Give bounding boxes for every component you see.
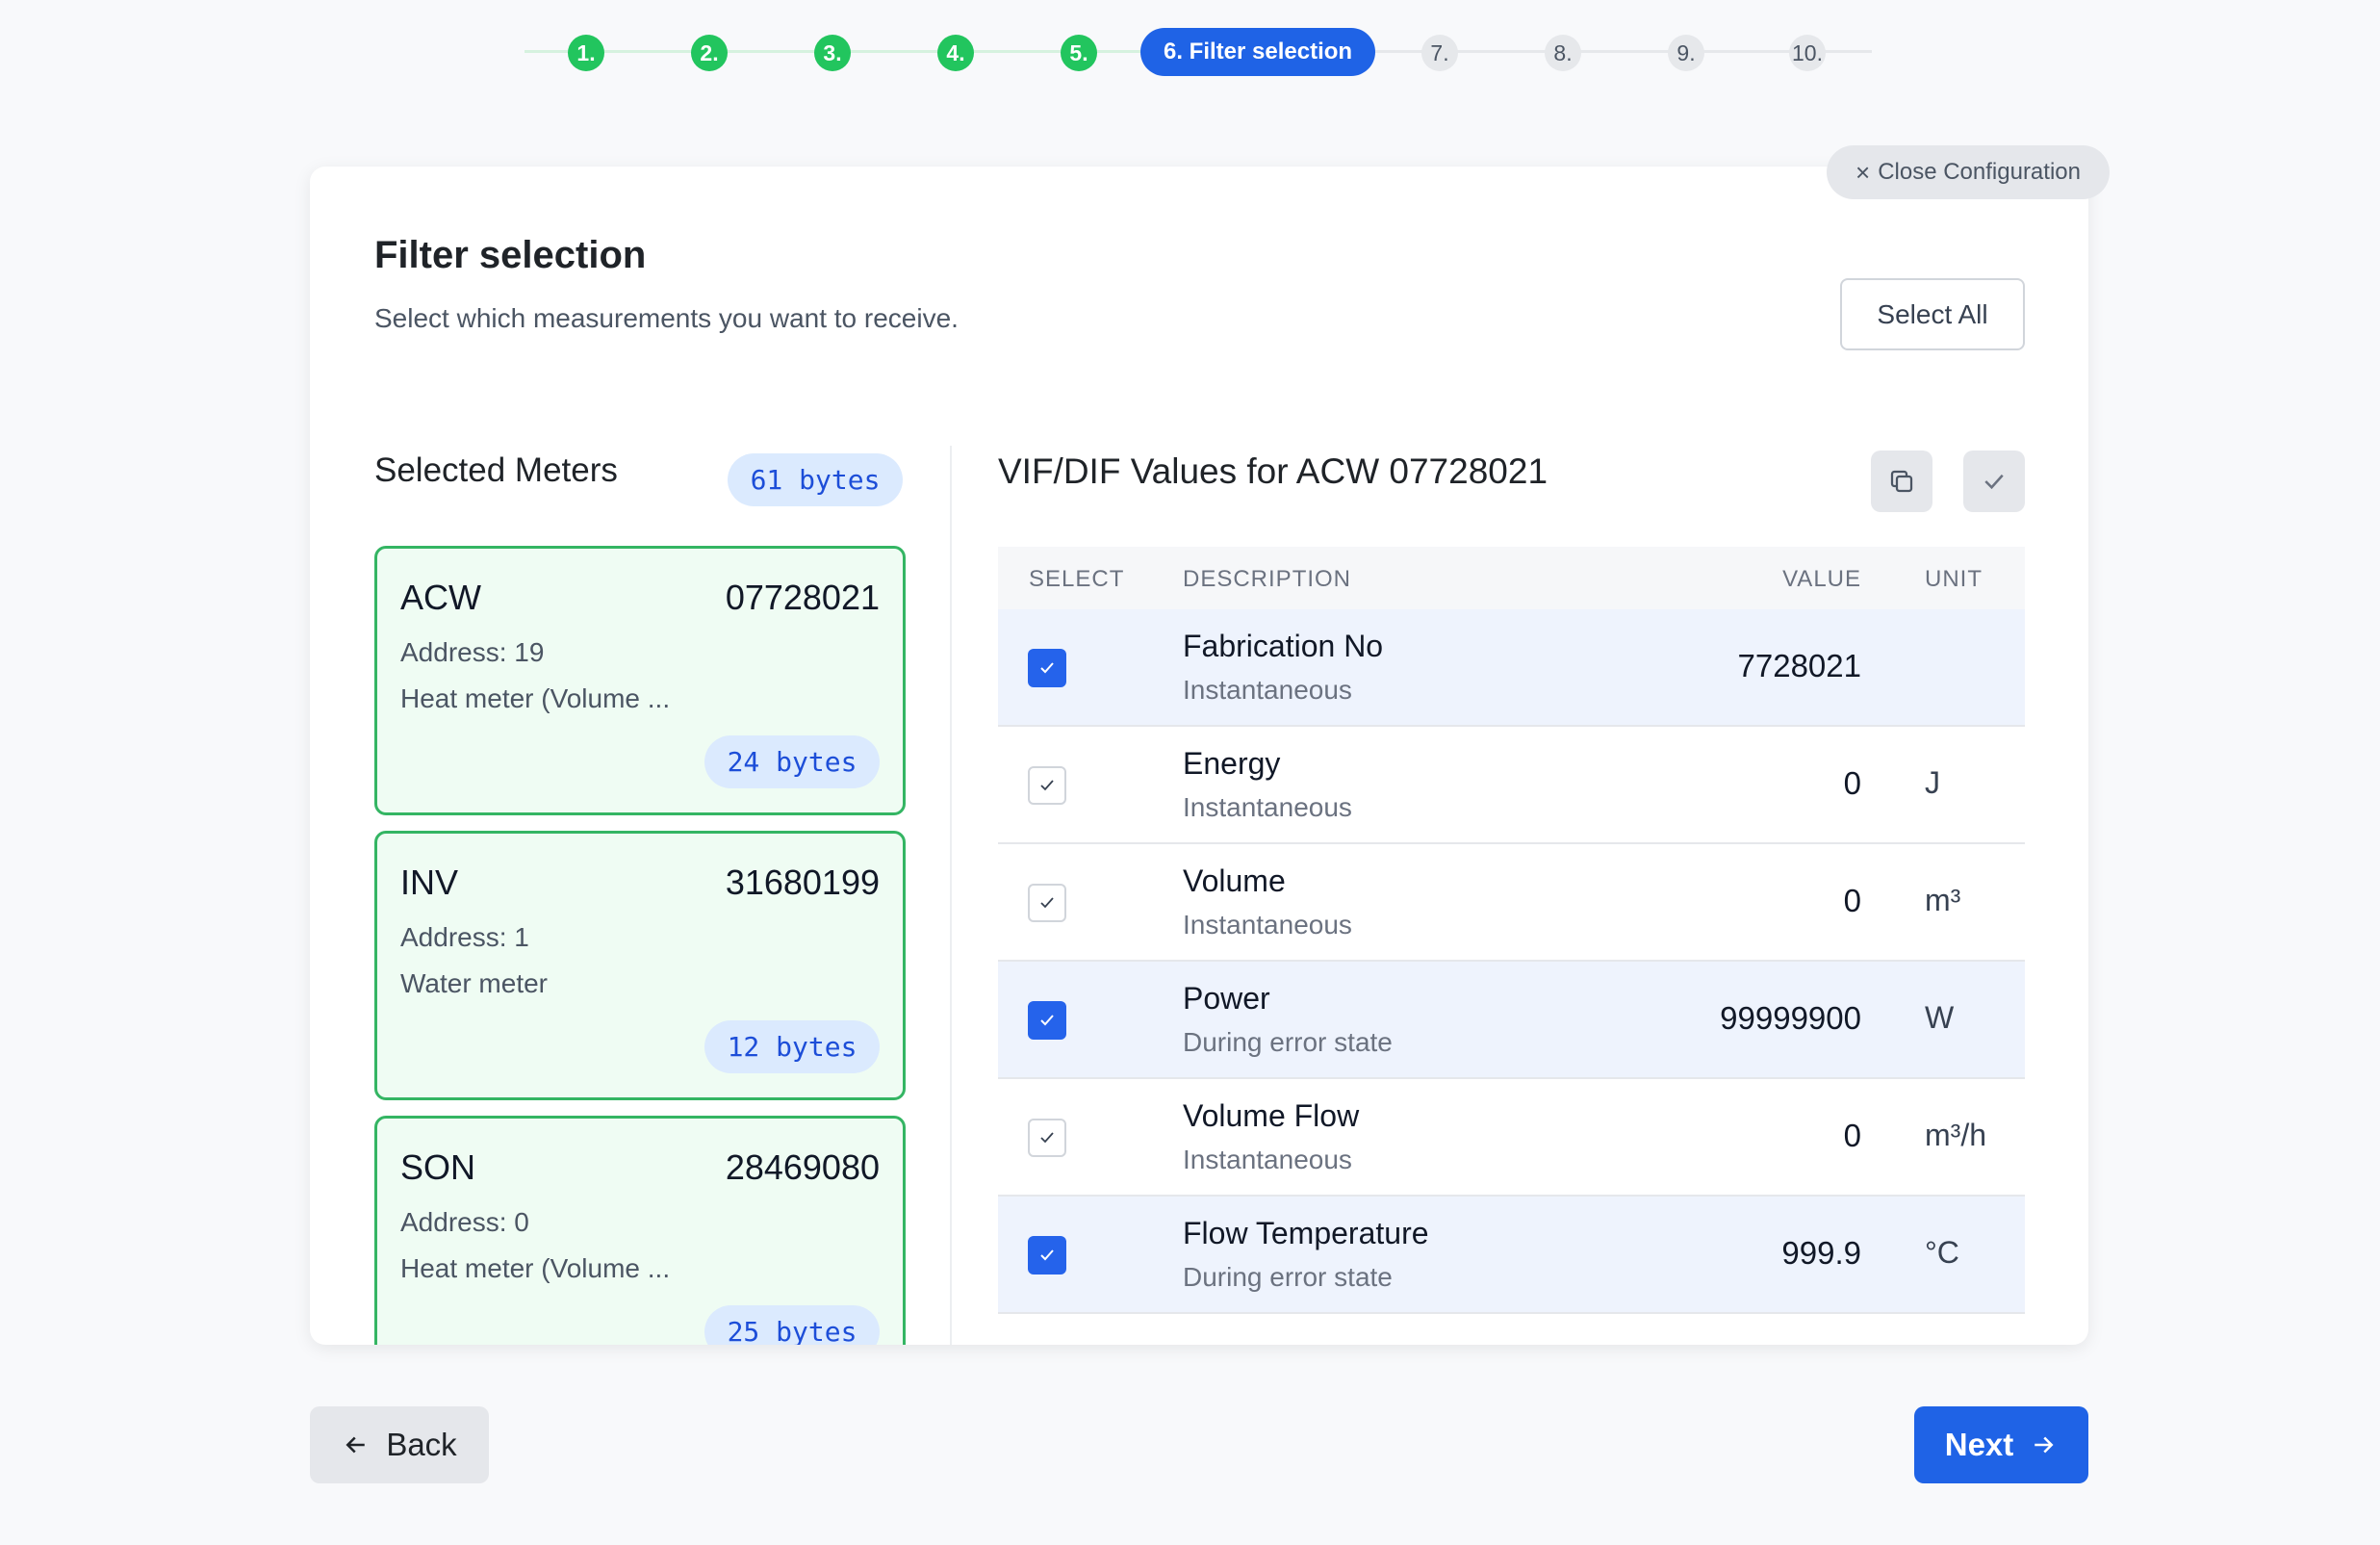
row-value: 7728021: [1737, 648, 1861, 683]
row-unit: W: [1925, 1000, 1955, 1035]
meter-type: Heat meter (Volume ...: [400, 1253, 671, 1283]
step-5[interactable]: 5.: [1061, 35, 1097, 71]
check-icon: [1040, 662, 1054, 674]
table-row[interactable]: Volume Instantaneous 0 m³: [998, 844, 2025, 962]
meter-card-son[interactable]: SON 28469080 Address: 0 Heat meter (Volu…: [374, 1116, 906, 1345]
table-row[interactable]: Power During error state 99999900 W: [998, 962, 2025, 1079]
table-row[interactable]: Fabrication No Instantaneous 7728021: [998, 609, 2025, 727]
meter-bytes-badge: 24 bytes: [704, 735, 880, 788]
close-configuration-button[interactable]: × Close Configuration: [1827, 145, 2110, 199]
row-checkbox[interactable]: [1028, 766, 1066, 805]
column-select: SELECT: [1029, 566, 1125, 592]
meter-bytes-badge: 25 bytes: [704, 1305, 880, 1345]
check-icon: [1040, 1132, 1054, 1144]
next-button-label: Next: [1944, 1427, 2014, 1462]
row-checkbox[interactable]: [1028, 884, 1066, 922]
next-button[interactable]: Next: [1914, 1406, 2088, 1483]
step-10: 10.: [1789, 35, 1826, 71]
copy-button[interactable]: [1871, 451, 1932, 512]
vif-dif-table: SELECT DESCRIPTION VALUE UNIT Fabricatio…: [998, 547, 2025, 1345]
meter-address: Address: 1: [400, 922, 529, 952]
meter-serial: 31680199: [725, 863, 880, 902]
row-unit: m³/h: [1925, 1118, 1986, 1152]
meter-serial: 28469080: [725, 1147, 880, 1187]
row-subtext: During error state: [1183, 1262, 1393, 1292]
back-button-label: Back: [386, 1427, 457, 1462]
column-value: VALUE: [1782, 566, 1861, 592]
table-row[interactable]: Volume Flow Instantaneous 0 m³/h: [998, 1079, 2025, 1197]
check-icon: [1040, 1249, 1054, 1261]
column-description: DESCRIPTION: [1183, 566, 1352, 592]
row-value: 99999900: [1720, 1000, 1861, 1036]
meter-name: ACW: [400, 578, 481, 617]
close-icon: ×: [1855, 158, 1871, 187]
row-description: Power: [1183, 981, 1270, 1016]
row-unit: m³: [1925, 883, 1961, 917]
row-description: Energy: [1183, 746, 1281, 781]
row-description: Fabrication No: [1183, 629, 1384, 663]
row-value: 999.9: [1781, 1235, 1861, 1271]
row-checkbox[interactable]: [1028, 649, 1066, 687]
row-unit: °C: [1925, 1235, 1959, 1270]
row-subtext: During error state: [1183, 1027, 1393, 1057]
check-icon: [1040, 1015, 1054, 1026]
row-value: 0: [1843, 1118, 1861, 1153]
check-icon: [1040, 780, 1054, 791]
meter-type: Heat meter (Volume ...: [400, 683, 671, 713]
panel-divider: [950, 446, 952, 1345]
table-row[interactable]: Energy Instantaneous 0 J: [998, 727, 2025, 844]
selected-meters-title: Selected Meters: [374, 451, 618, 489]
meter-list[interactable]: ACW 07728021 Address: 19 Heat meter (Vol…: [374, 546, 906, 1345]
step-7: 7.: [1421, 35, 1458, 71]
row-value: 0: [1843, 765, 1861, 801]
back-button[interactable]: Back: [310, 1406, 489, 1483]
row-unit: J: [1925, 765, 1940, 800]
row-description: Volume: [1183, 863, 1286, 898]
row-description: Volume Flow: [1183, 1098, 1360, 1133]
step-6-active: 6. Filter selection: [1140, 28, 1376, 76]
progress-stepper: 1. 2. 3. 4. 5. 6. Filter selection 7. 8.…: [525, 27, 1872, 76]
meter-address: Address: 19: [400, 637, 545, 667]
step-8: 8.: [1545, 35, 1581, 71]
page-title: Filter selection: [374, 234, 647, 276]
select-all-button[interactable]: Select All: [1840, 278, 2025, 350]
step-2[interactable]: 2.: [691, 35, 728, 71]
row-subtext: Instantaneous: [1183, 675, 1352, 705]
row-value: 0: [1843, 883, 1861, 918]
row-checkbox[interactable]: [1028, 1236, 1066, 1275]
row-subtext: Instantaneous: [1183, 1145, 1352, 1174]
check-icon: [1984, 474, 2004, 490]
row-checkbox[interactable]: [1028, 1001, 1066, 1040]
meter-name: INV: [400, 863, 459, 902]
meter-card-acw[interactable]: ACW 07728021 Address: 19 Heat meter (Vol…: [374, 546, 906, 815]
page-subtitle: Select which measurements you want to re…: [374, 303, 959, 333]
step-1[interactable]: 1.: [568, 35, 604, 71]
step-4[interactable]: 4.: [937, 35, 974, 71]
table-header: SELECT DESCRIPTION VALUE UNIT: [998, 547, 2025, 609]
meter-serial: 07728021: [725, 578, 880, 617]
meter-address: Address: 0: [400, 1207, 529, 1237]
filter-selection-card: Filter selection Select which measuremen…: [310, 167, 2088, 1345]
check-icon: [1040, 897, 1054, 909]
meter-type: Water meter: [400, 968, 548, 998]
row-subtext: Instantaneous: [1183, 910, 1352, 940]
meter-card-inv[interactable]: INV 31680199 Address: 1 Water meter 12 b…: [374, 831, 906, 1100]
step-3[interactable]: 3.: [814, 35, 851, 71]
copy-icon: [1890, 470, 1913, 493]
arrow-right-icon: [2035, 1436, 2054, 1454]
column-unit: UNIT: [1925, 566, 1983, 592]
total-bytes-badge: 61 bytes: [728, 453, 903, 506]
close-configuration-label: Close Configuration: [1878, 159, 2081, 185]
meter-bytes-badge: 12 bytes: [704, 1020, 880, 1073]
row-checkbox[interactable]: [1028, 1119, 1066, 1157]
row-subtext: Instantaneous: [1183, 792, 1352, 822]
table-row[interactable]: Flow Temperature During error state 999.…: [998, 1197, 2025, 1314]
arrow-left-icon: [345, 1436, 366, 1454]
confirm-button[interactable]: [1963, 451, 2025, 512]
meter-name: SON: [400, 1147, 476, 1187]
values-panel-title: VIF/DIF Values for ACW 07728021: [998, 451, 1548, 491]
row-description: Flow Temperature: [1183, 1216, 1429, 1250]
step-9: 9.: [1668, 35, 1704, 71]
